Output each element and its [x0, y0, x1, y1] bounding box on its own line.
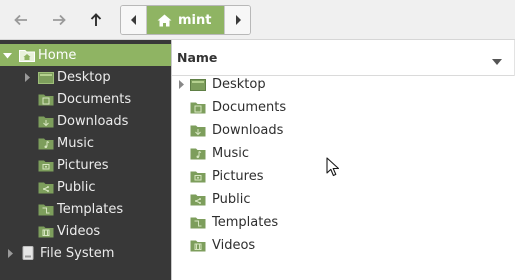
list-item[interactable]: Music: [172, 142, 515, 165]
arrow-right-icon: [53, 14, 66, 26]
sidebar-item-file-system[interactable]: File System: [0, 242, 171, 264]
public-folder-icon: [38, 180, 54, 194]
expander-collapsed-icon[interactable]: [3, 248, 17, 258]
sidebar-item-home[interactable]: Home: [0, 44, 171, 66]
arrow-left-icon: [14, 14, 27, 26]
column-header[interactable]: Name: [172, 40, 515, 76]
sidebar-item-pictures[interactable]: Pictures: [0, 154, 171, 176]
music-folder-icon: [190, 147, 206, 161]
videos-folder-icon: [38, 224, 54, 238]
path-scroll-left-button[interactable]: [121, 6, 147, 34]
sidebar-item-label: Home: [38, 47, 77, 63]
music-folder-icon: [38, 136, 54, 150]
up-button[interactable]: [84, 8, 108, 32]
templates-folder-icon: [190, 216, 206, 230]
sidebar-item-desktop[interactable]: Desktop: [0, 66, 171, 88]
expander-collapsed-icon[interactable]: [20, 72, 34, 82]
toolbar: mint: [0, 0, 515, 40]
sidebar-item-downloads[interactable]: Downloads: [0, 110, 171, 132]
documents-folder-icon: [190, 101, 206, 115]
expander-expanded-icon[interactable]: [0, 51, 14, 60]
list-item[interactable]: Public: [172, 188, 515, 211]
file-name: Public: [212, 192, 251, 207]
sidebar-item-label: Pictures: [57, 157, 109, 173]
file-name: Music: [212, 146, 249, 161]
sidebar-item-music[interactable]: Music: [0, 132, 171, 154]
sidebar-item-label: Downloads: [57, 113, 129, 129]
sort-descending-icon[interactable]: [492, 55, 502, 70]
sidebar-item-label: Templates: [57, 201, 124, 217]
list-item[interactable]: Documents: [172, 96, 515, 119]
triangle-right-icon: [235, 15, 241, 25]
file-name: Templates: [212, 215, 279, 230]
sidebar-item-label: Desktop: [57, 69, 111, 85]
desktop-folder-icon: [190, 78, 206, 92]
expander-collapsed-icon[interactable]: [172, 80, 190, 89]
templates-folder-icon: [38, 202, 54, 216]
sidebar-item-public[interactable]: Public: [0, 176, 171, 198]
path-scroll-right-button[interactable]: [224, 6, 250, 34]
sidebar-item-label: Videos: [57, 223, 101, 239]
sidebar-item-label: Music: [57, 135, 94, 151]
column-header-name[interactable]: Name: [177, 50, 217, 65]
pictures-folder-icon: [190, 170, 206, 184]
back-button[interactable]: [9, 8, 33, 32]
list-item[interactable]: Downloads: [172, 119, 515, 142]
home-icon: [157, 14, 172, 26]
list-item[interactable]: Pictures: [172, 165, 515, 188]
desktop-folder-icon: [38, 70, 54, 84]
videos-folder-icon: [190, 239, 206, 253]
file-name: Desktop: [212, 77, 266, 92]
arrow-up-icon: [90, 13, 102, 26]
downloads-folder-icon: [38, 114, 54, 128]
file-name: Pictures: [212, 169, 264, 184]
sidebar-item-videos[interactable]: Videos: [0, 220, 171, 242]
list-item[interactable]: Desktop: [172, 73, 515, 96]
mouse-cursor-icon: [326, 157, 340, 177]
pictures-folder-icon: [38, 158, 54, 172]
drive-icon: [21, 246, 37, 260]
home-folder-icon: [19, 48, 35, 62]
sidebar-item-label: Documents: [57, 91, 132, 107]
downloads-folder-icon: [190, 124, 206, 138]
triangle-left-icon: [130, 15, 136, 25]
public-folder-icon: [190, 193, 206, 207]
list-item[interactable]: Templates: [172, 211, 515, 234]
breadcrumb-mint[interactable]: mint: [147, 6, 225, 34]
path-bar: mint: [120, 5, 251, 35]
forward-button[interactable]: [47, 8, 71, 32]
sidebar: Home Desktop Documents Downloads Music P…: [0, 40, 171, 280]
file-name: Videos: [212, 238, 256, 253]
file-name: Documents: [212, 100, 287, 115]
list-item[interactable]: Videos: [172, 234, 515, 257]
file-list-view: Name Desktop Documents Downloads Music P…: [172, 40, 515, 280]
breadcrumb-label: mint: [178, 12, 212, 28]
sidebar-item-documents[interactable]: Documents: [0, 88, 171, 110]
sidebar-item-label: Public: [57, 179, 96, 195]
documents-folder-icon: [38, 92, 54, 106]
sidebar-item-label: File System: [40, 245, 115, 261]
file-name: Downloads: [212, 123, 284, 138]
sidebar-item-templates[interactable]: Templates: [0, 198, 171, 220]
